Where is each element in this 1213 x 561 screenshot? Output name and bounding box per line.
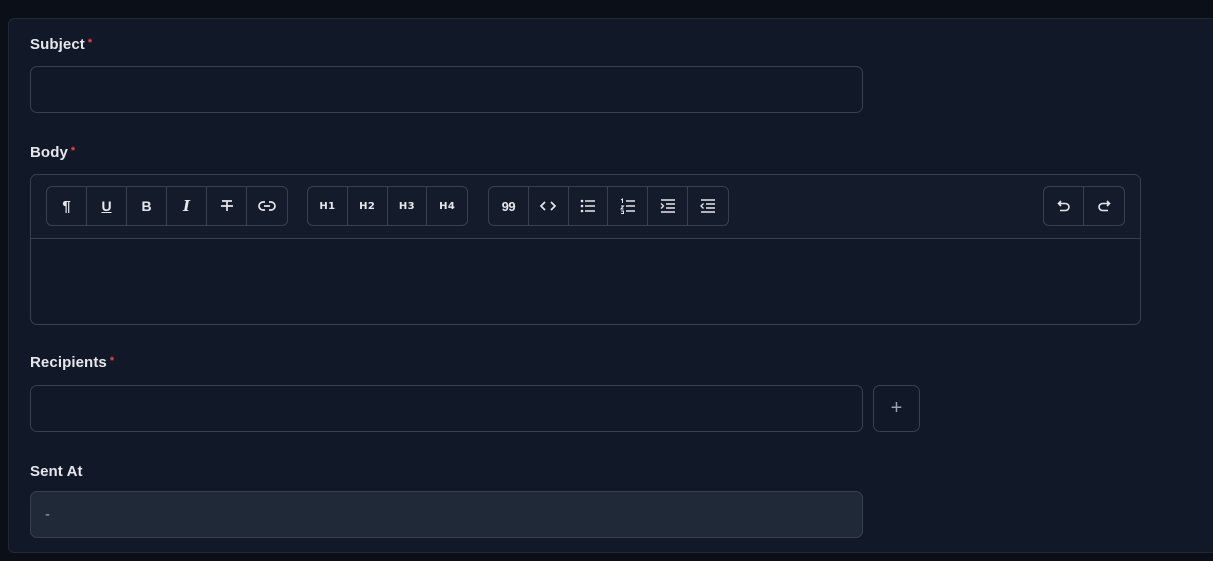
outdent-icon xyxy=(700,199,716,213)
blockquote-button[interactable]: 99 xyxy=(489,187,529,225)
strikethrough-button[interactable] xyxy=(207,187,247,225)
recipients-input[interactable] xyxy=(30,385,863,432)
recipients-label: Recipients * xyxy=(30,354,115,371)
italic-icon: I xyxy=(182,197,191,215)
bold-icon: B xyxy=(141,198,152,214)
editor-content-area[interactable] xyxy=(31,239,1140,324)
ordered-list-button[interactable] xyxy=(608,187,649,225)
code-button[interactable] xyxy=(529,187,569,225)
heading-1-button[interactable]: H1 xyxy=(308,187,348,225)
add-recipient-button[interactable]: + xyxy=(873,385,920,432)
outdent-button[interactable] xyxy=(688,187,728,225)
heading-2-button[interactable]: H2 xyxy=(348,187,388,225)
editor-toolbar: ¶ U B I H1 H2 H3 H4 99 xyxy=(31,175,1140,239)
block-button-group: 99 xyxy=(488,186,729,226)
underline-button[interactable]: U xyxy=(87,187,127,225)
redo-button[interactable] xyxy=(1084,187,1124,225)
paragraph-button[interactable]: ¶ xyxy=(47,187,87,225)
indent-icon xyxy=(660,199,675,213)
required-mark: * xyxy=(87,37,93,49)
subject-label: Subject * xyxy=(30,36,93,53)
sent-at-label: Sent At xyxy=(30,463,83,480)
link-button[interactable] xyxy=(247,187,287,225)
redo-icon xyxy=(1098,200,1111,212)
italic-button[interactable]: I xyxy=(167,187,207,225)
undo-icon xyxy=(1056,200,1070,212)
paragraph-icon: ¶ xyxy=(62,197,71,215)
bold-button[interactable]: B xyxy=(127,187,167,225)
blockquote-icon: 99 xyxy=(501,198,516,214)
sent-at-field: - xyxy=(30,491,863,538)
bullet-list-button[interactable] xyxy=(569,187,609,225)
required-mark: * xyxy=(109,355,115,367)
ordered-list-icon xyxy=(619,198,635,214)
undo-button[interactable] xyxy=(1044,187,1084,225)
heading-3-button[interactable]: H3 xyxy=(388,187,428,225)
required-mark: * xyxy=(70,145,76,157)
plus-icon: + xyxy=(890,397,903,419)
heading-4-button[interactable]: H4 xyxy=(427,187,467,225)
format-button-group: ¶ U B I xyxy=(46,186,288,226)
strikethrough-icon xyxy=(220,200,233,211)
body-label: Body * xyxy=(30,144,76,161)
underline-icon: U xyxy=(101,198,112,214)
bullet-list-icon xyxy=(580,199,596,213)
link-icon xyxy=(258,201,276,211)
subject-input[interactable] xyxy=(30,66,863,113)
indent-button[interactable] xyxy=(648,187,689,225)
history-button-group xyxy=(1043,186,1125,226)
heading-button-group: H1 H2 H3 H4 xyxy=(307,186,468,226)
code-icon xyxy=(540,201,557,211)
rich-text-editor: ¶ U B I H1 H2 H3 H4 99 xyxy=(30,174,1141,325)
